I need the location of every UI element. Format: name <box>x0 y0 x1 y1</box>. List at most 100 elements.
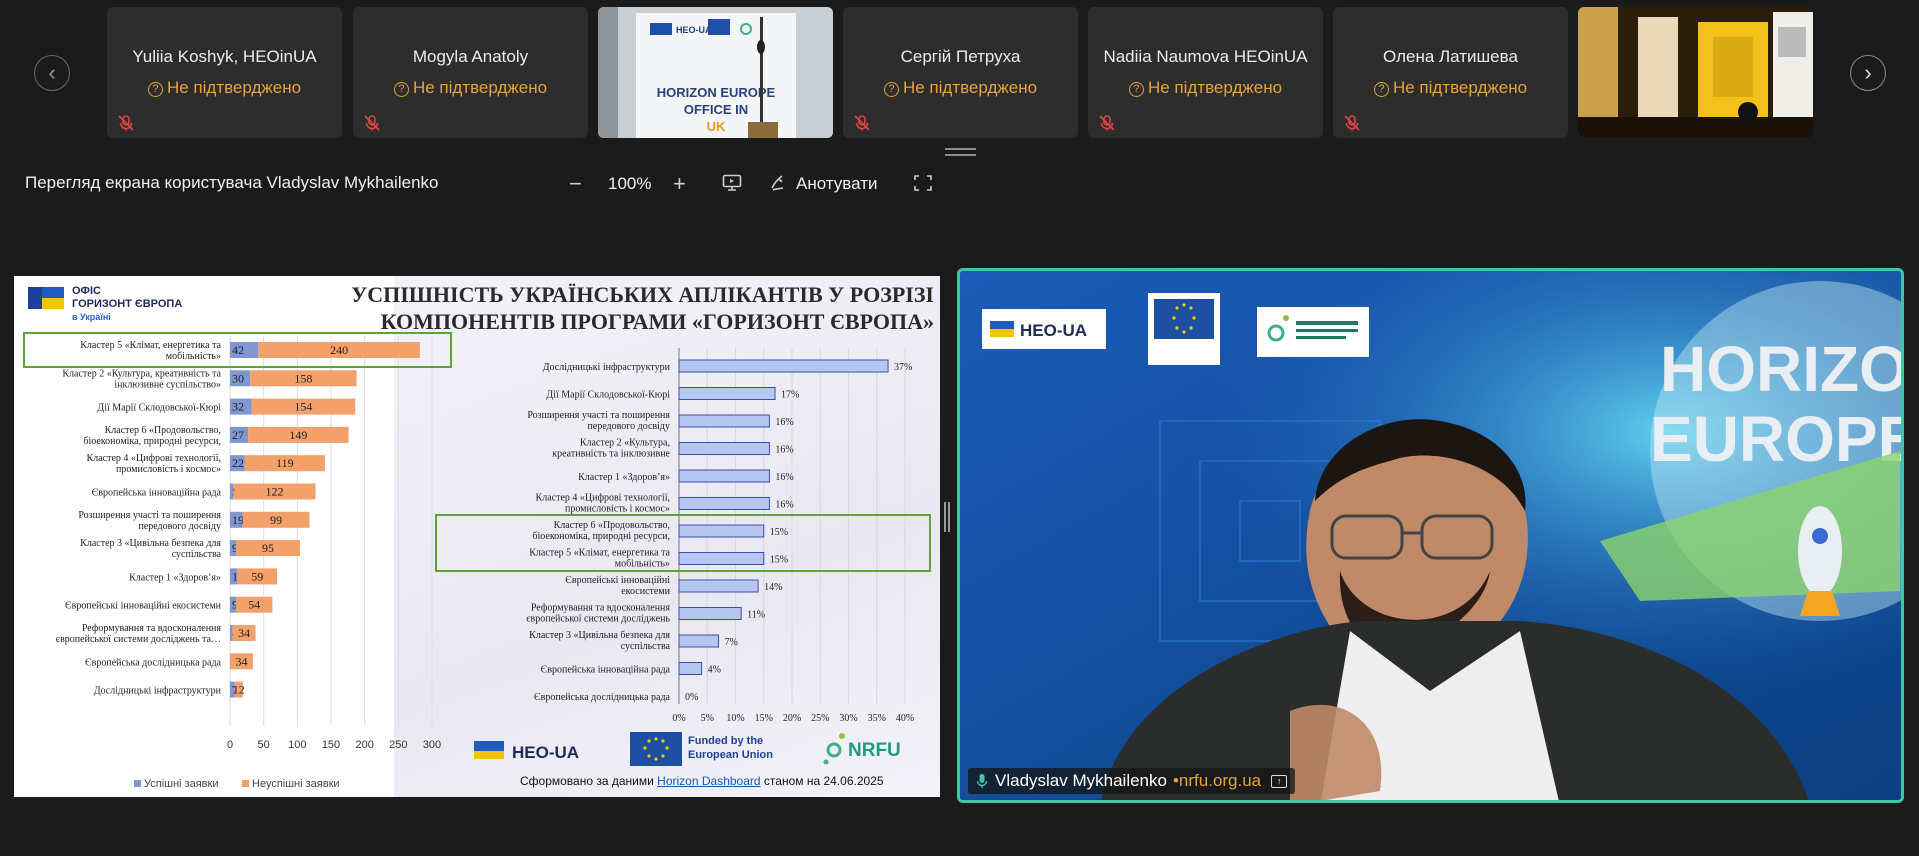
chart1-data-label: 22 <box>232 456 244 470</box>
chart1-category-label: Кластер 5 «Клімат, енергетика та <box>80 340 221 351</box>
chart1-data-label: 240 <box>330 343 348 357</box>
chart2-x-tick-label: 0% <box>672 713 685 724</box>
chart2-category-label: Кластер 3 «Цивільна безпека для <box>529 630 670 641</box>
shared-slide: ОФІС ГОРИЗОНТ ЄВРОПА в Україні УСПІШНІСТ… <box>14 276 940 797</box>
chart2-data-label: 11% <box>747 610 765 621</box>
svg-text:NRFU: NRFU <box>848 740 901 761</box>
chart1-x-tick-label: 100 <box>288 739 306 751</box>
participant-video: HEO-UA HORIZON EUROPE OFFICE IN UK <box>598 7 833 138</box>
participant-name: Сергій Петруха <box>900 47 1021 66</box>
chart1-data-label: 119 <box>276 456 294 470</box>
chart2-bar <box>678 497 770 510</box>
chart2-category-label: Кластер 1 «Здоров’я» <box>578 472 670 483</box>
chart2-category-label: екосистеми <box>621 586 670 597</box>
chart1-data-label: 154 <box>294 400 312 414</box>
chart1-x-tick-label: 300 <box>423 739 441 751</box>
chart1-category-label: Кластер 3 «Цивільна безпека для <box>80 538 221 549</box>
chart2-category-label: європейської системи досліджень <box>526 614 670 625</box>
speaker-video[interactable]: HEO-UA HORIZON EUROPE Vladyslav Mykhaile… <box>957 268 1904 803</box>
resize-handle[interactable] <box>945 148 976 156</box>
previous-participants-button[interactable]: ‹ <box>34 55 70 91</box>
participant-video-tile[interactable] <box>1578 7 1813 138</box>
mic-muted-icon <box>118 115 134 131</box>
chart1-category-label: суспільства <box>172 549 222 560</box>
chart1-category-label: Дії Марії Склодовської-Кюрі <box>97 403 221 414</box>
chart2-data-label: 37% <box>894 362 912 373</box>
chart1-data-label: 30 <box>232 371 244 385</box>
chart2-bar <box>678 442 770 455</box>
chart1-category-label: Європейські інноваційні екосистеми <box>65 601 222 612</box>
fullscreen-icon[interactable] <box>913 174 933 192</box>
chart2-bar <box>678 414 770 428</box>
chart2-x-tick-label: 5% <box>701 713 714 724</box>
chart1-category-label: передового досвіду <box>138 521 221 532</box>
split-resize-handle[interactable] <box>944 502 950 532</box>
chart1-x-tick-label: 250 <box>389 739 407 751</box>
charts-canvas: 0 50 100 150 200 250 300 Кластер 5 «Клімат, ене… <box>23 332 931 790</box>
chart2-bar <box>678 662 703 675</box>
chart2-category-label: Кластер 6 «Продовольство, <box>554 520 670 531</box>
mic-muted-icon <box>1099 115 1115 131</box>
chart2-data-label: 17% <box>781 390 799 401</box>
chart2-bar <box>678 634 720 648</box>
chart2-category-label: креативність та інклюзивне <box>552 449 670 460</box>
chart2-category-label: мобільність» <box>615 559 670 570</box>
chart1-category-label: Кластер 2 «Культура, креативність та <box>62 368 221 379</box>
screen-share-icon: ↑ <box>1271 774 1288 788</box>
chart1-x-tick-label: 50 <box>258 739 270 751</box>
chart2-bar <box>678 524 765 538</box>
participant-video-tile[interactable]: HEO-UA HORIZON EUROPE OFFICE IN UK <box>598 7 833 138</box>
chart2-x-tick-label: 20% <box>783 713 801 724</box>
participant-status: ? Не підтверджено <box>1088 78 1323 98</box>
zoom-out-button[interactable]: − <box>569 171 582 197</box>
zoom-in-button[interactable]: + <box>673 171 686 197</box>
speaker-video-feed: HEO-UA HORIZON EUROPE <box>960 271 1904 800</box>
chart1-category-label: Європейська інноваційна рада <box>92 488 222 499</box>
chart1-legend-swatch <box>242 780 249 787</box>
participant-tile[interactable]: Nadiia Naumova HEOinUA ? Не підтверджено <box>1088 7 1323 138</box>
mic-muted-icon <box>1344 115 1360 131</box>
chart2-category-label: Європейські інноваційні <box>565 575 670 586</box>
chart1-x-tick-label: 200 <box>355 739 373 751</box>
chart1-legend-swatch <box>134 780 141 787</box>
chart1-data-label: 122 <box>265 485 283 499</box>
speaker-name: Vladyslav Mykhailenko <box>995 771 1167 790</box>
speaker-site: •nrfu.org.ua <box>1172 771 1262 790</box>
chart2-data-label: 16% <box>775 472 793 483</box>
annotate-button[interactable]: Анотувати <box>796 174 878 194</box>
chart2-data-label: 0% <box>685 692 698 703</box>
participant-status: ? Не підтверджено <box>843 78 1078 98</box>
chart1-legend-label: Неуспішні заявки <box>252 778 340 790</box>
next-participants-button[interactable]: › <box>1850 55 1886 91</box>
svg-text:HEO-UA: HEO-UA <box>1020 321 1087 340</box>
chart2-bar <box>678 469 770 483</box>
horizon-dashboard-link[interactable]: Horizon Dashboard <box>657 774 760 788</box>
svg-text:HORIZON: HORIZON <box>1660 333 1904 405</box>
remote-control-icon[interactable] <box>722 174 742 192</box>
chart1-data-label: 34 <box>238 626 250 640</box>
participant-video <box>1578 7 1813 138</box>
participant-name: Nadiia Naumova HEOinUA <box>1103 47 1308 66</box>
chart2-data-label: 4% <box>708 665 721 676</box>
svg-text:UK: UK <box>707 119 726 134</box>
chart2-category-label: Дослідницькі інфраструктури <box>543 362 671 373</box>
chart1-category-label: Кластер 6 «Продовольство, <box>105 425 221 436</box>
chart2-x-tick-label: 15% <box>755 713 773 724</box>
chart2-category-label: суспільства <box>621 641 671 652</box>
chart2-x-tick-label: 30% <box>839 713 857 724</box>
speaker-nameplate: Vladyslav Mykhailenko •nrfu.org.ua ↑ <box>968 768 1296 794</box>
participant-tile[interactable]: Сергій Петруха ? Не підтверджено <box>843 7 1078 138</box>
chart1-category-label: біоекономіка, природні ресурси, <box>83 436 221 447</box>
annotate-icon[interactable] <box>770 174 786 192</box>
question-icon: ? <box>147 82 163 97</box>
participant-tile[interactable]: Олена Латишева ? Не підтверджено <box>1333 7 1568 138</box>
chart2-category-label: передового досвіду <box>587 421 670 432</box>
chart1-category-label: Європейська дослідницька рада <box>85 657 222 668</box>
chart1-category-label: Розширення участі та поширення <box>78 510 221 521</box>
participant-name: Mogyla Anatoly <box>412 47 529 66</box>
chart2-bar <box>678 552 765 565</box>
participant-tile[interactable]: Yuliia Koshyk, HEOinUA ? Не підтверджено <box>107 7 342 138</box>
chart2-category-label: Дії Марії Склодовської-Кюрі <box>546 390 670 401</box>
participant-tile[interactable]: Mogyla Anatoly ? Не підтверджено <box>353 7 588 138</box>
chart1-x-tick-label: 0 <box>227 739 233 751</box>
